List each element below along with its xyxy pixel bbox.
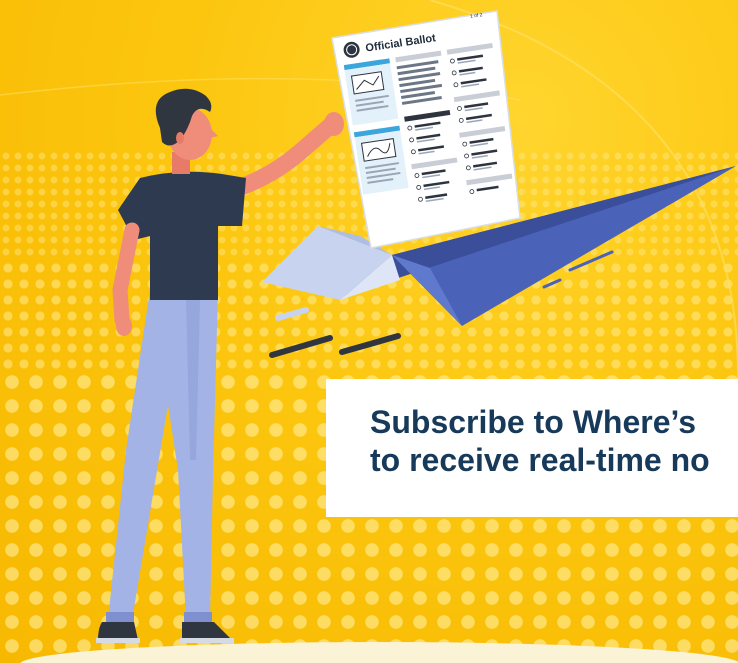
shoe <box>182 622 232 640</box>
banner-line-2: to receive real-time no <box>370 442 710 478</box>
subscribe-banner: Subscribe to Where’s to receive real-tim… <box>326 379 738 517</box>
shoe <box>98 622 138 640</box>
hand <box>324 112 344 136</box>
person <box>96 88 344 643</box>
illustration: Official Ballot 1 of 2 <box>0 0 738 663</box>
ground-shadow <box>20 642 738 663</box>
banner-line-1: Subscribe to Where’s <box>370 404 696 440</box>
ballot-paper: Official Ballot 1 of 2 <box>331 10 521 249</box>
trousers <box>108 290 218 620</box>
scene: Official Ballot 1 of 2 Subscribe to Wher… <box>0 0 738 663</box>
